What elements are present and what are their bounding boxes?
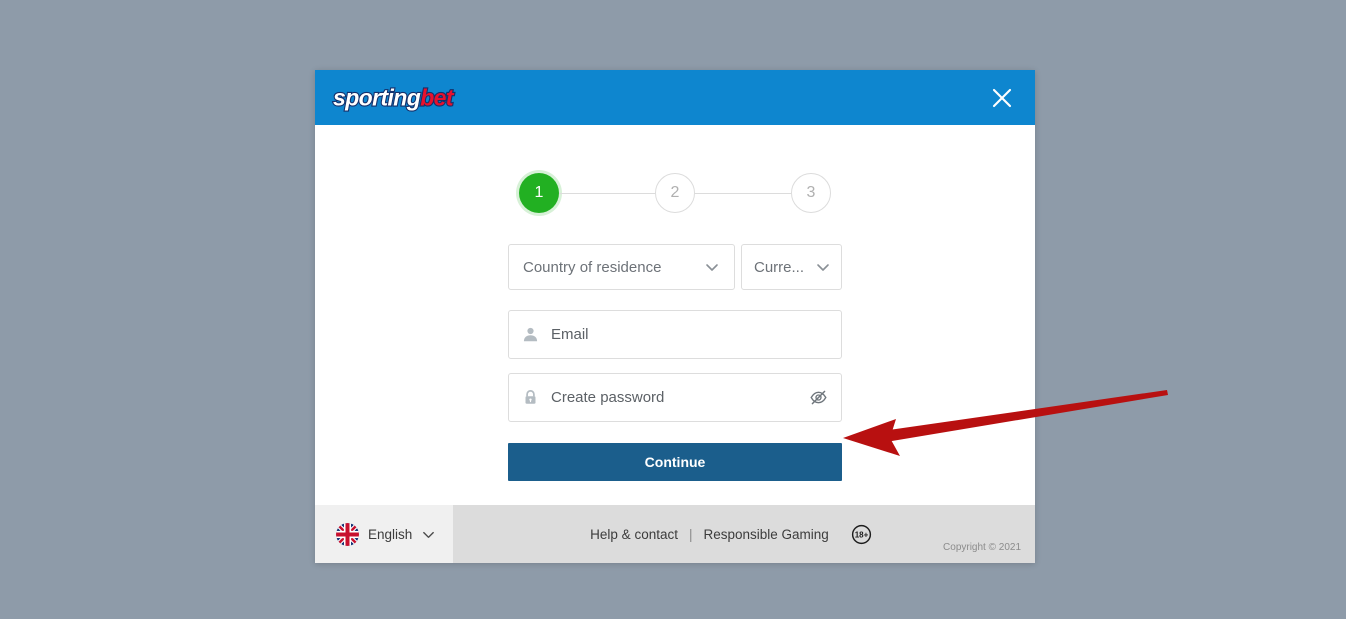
logo-text-secondary: bet [419, 84, 454, 110]
user-icon [522, 326, 539, 343]
step-indicator-3[interactable]: 3 [791, 173, 831, 213]
continue-button[interactable]: Continue [508, 443, 842, 481]
currency-select[interactable]: Curre... [741, 244, 842, 290]
email-input[interactable]: Email [508, 310, 842, 359]
step-connector-2 [695, 192, 791, 194]
modal-footer: English Help & contact | Responsible Gam… [315, 505, 1035, 563]
email-placeholder: Email [551, 326, 589, 343]
select-row: Country of residence Curre... [508, 244, 842, 290]
close-button[interactable] [987, 83, 1017, 113]
step-indicator-1[interactable]: 1 [519, 173, 559, 213]
modal-header: sportingbet [315, 70, 1035, 125]
registration-modal: sportingbet 1 2 3 Country of residence C… [315, 70, 1035, 563]
password-placeholder: Create password [551, 389, 665, 406]
step-indicator-2[interactable]: 2 [655, 173, 695, 213]
logo-text-primary: sporting [332, 84, 422, 110]
step-connector-1 [559, 192, 655, 194]
help-and-contact-link[interactable]: Help & contact [590, 527, 678, 542]
footer-separator: | [688, 526, 693, 542]
close-icon [992, 88, 1012, 107]
footer-links: Help & contact | Responsible Gaming 18+ [453, 505, 1035, 563]
uk-flag-icon [336, 522, 359, 546]
lock-icon [522, 389, 539, 406]
password-input[interactable]: Create password [508, 373, 842, 422]
country-of-residence-select[interactable]: Country of residence [508, 244, 735, 290]
step-label-1: 1 [534, 184, 544, 201]
sportingbet-logo: sportingbet [332, 84, 455, 110]
copyright-text: Copyright © 2021 [943, 542, 1021, 553]
step-label-2: 2 [670, 184, 680, 201]
language-selector[interactable]: English [315, 505, 453, 563]
language-label: English [368, 526, 413, 542]
chevron-down-icon [423, 531, 435, 538]
svg-text:18+: 18+ [855, 530, 869, 539]
step-label-3: 3 [806, 184, 816, 201]
country-select-value: Country of residence [523, 258, 662, 276]
chevron-down-icon [706, 264, 718, 271]
registration-stepper: 1 2 3 [519, 173, 831, 213]
age-18-plus-icon: 18+ [851, 524, 871, 544]
toggle-password-visibility-button[interactable] [809, 388, 828, 407]
registration-form: Country of residence Curre... Email Crea… [508, 244, 842, 481]
eye-slash-icon [810, 390, 827, 405]
responsible-gaming-link[interactable]: Responsible Gaming [703, 527, 828, 542]
modal-body: 1 2 3 Country of residence Curre... Emai… [315, 125, 1035, 505]
chevron-down-icon [817, 264, 829, 271]
currency-select-value: Curre... [754, 258, 805, 276]
